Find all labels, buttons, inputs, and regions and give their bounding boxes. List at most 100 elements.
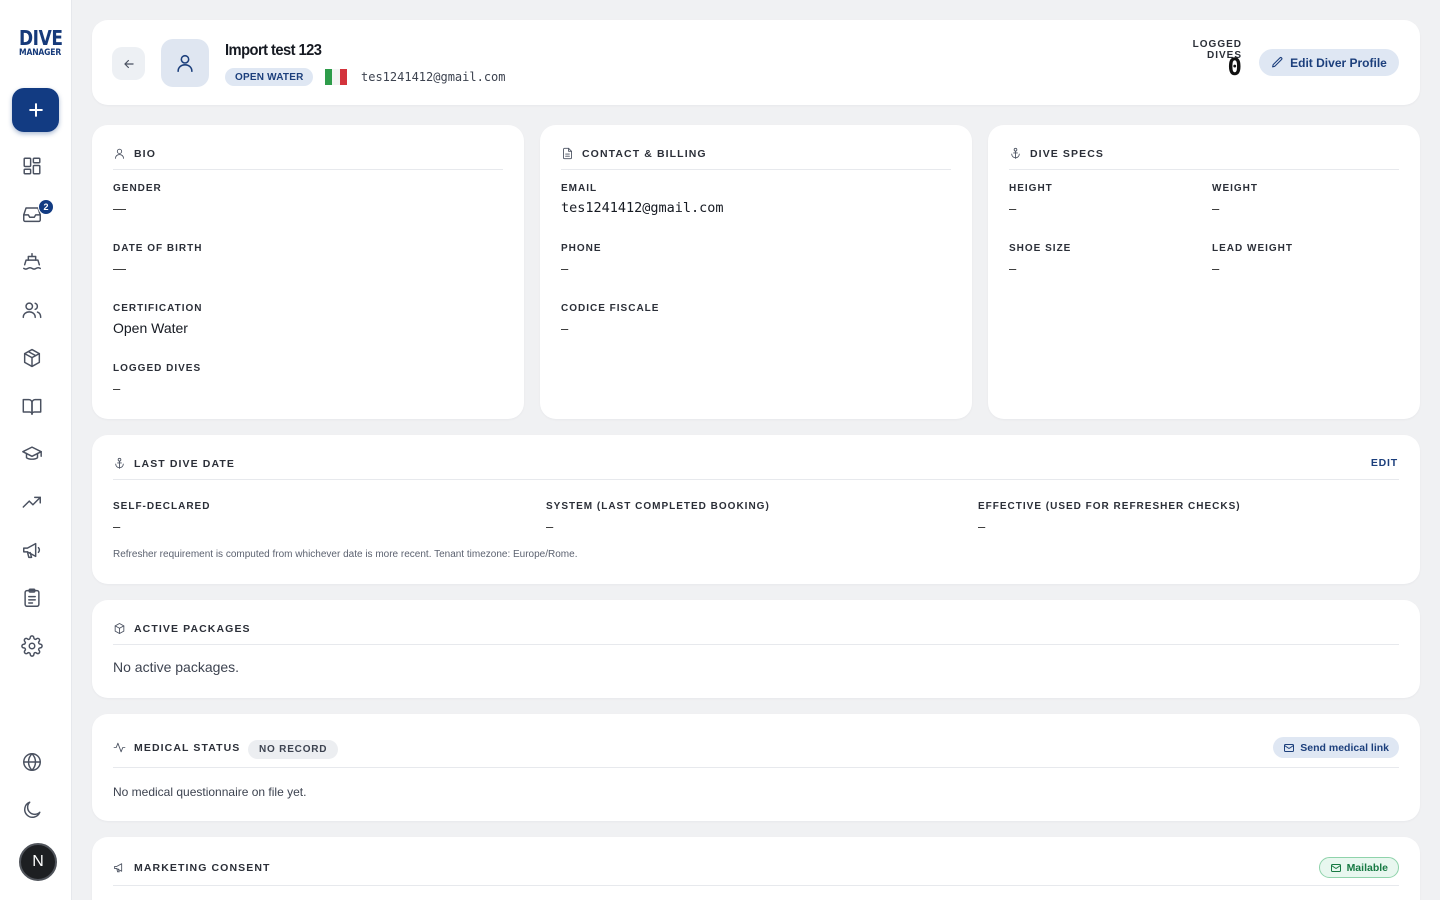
refresher-note: Refresher requirement is computed from w… [113, 549, 578, 560]
medical-divider [113, 767, 1399, 768]
theme-toggle[interactable] [20, 798, 44, 822]
send-medical-link-label: Send medical link [1300, 741, 1389, 754]
notification-badge: 2 [38, 199, 54, 215]
nav-boats[interactable] [20, 250, 44, 274]
codice-fiscale-label: CODICE FISCALE [561, 303, 660, 314]
nav-settings[interactable] [20, 634, 44, 658]
nav-marketing[interactable] [20, 538, 44, 562]
nav-reports[interactable] [20, 490, 44, 514]
medical-status-badge: NO RECORD [248, 740, 339, 759]
logged-dives-count: 0 [1227, 53, 1242, 81]
nav-logbook[interactable] [20, 394, 44, 418]
contact-divider [561, 169, 951, 170]
document-icon [563, 147, 572, 160]
dive-specs-card: DIVE SPECS HEIGHT – WEIGHT – SHOE SIZE –… [988, 125, 1420, 419]
back-button[interactable] [112, 47, 145, 80]
phone-label: PHONE [561, 243, 602, 254]
codice-fiscale-value: – [561, 321, 569, 336]
package-icon [114, 623, 125, 634]
user-avatar[interactable]: N [19, 843, 57, 881]
nav-packages[interactable] [20, 346, 44, 370]
email-value: tes1241412@gmail.com [561, 200, 724, 216]
clipboard-icon [24, 588, 40, 607]
mailable-status-badge: Mailable [1318, 857, 1399, 878]
email-label: EMAIL [561, 183, 598, 194]
last-dive-title-text: LAST DIVE DATE [134, 457, 235, 470]
edit-diver-profile-button[interactable]: Edit Diver Profile [1259, 49, 1399, 76]
marketing-title: MARKETING CONSENT [113, 861, 271, 874]
height-value: – [1009, 201, 1017, 216]
effective-date-label: EFFECTIVE (USED FOR REFRESHER CHECKS) [978, 501, 1241, 512]
bio-divider [113, 169, 503, 170]
specs-divider [1009, 169, 1399, 170]
new-item-button[interactable] [12, 88, 59, 132]
lead-weight-value: – [1212, 261, 1220, 276]
send-medical-link-button[interactable]: Send medical link [1273, 737, 1399, 758]
app-logo[interactable]: DIVE MANAGER [16, 26, 63, 58]
logo-line1: DIVE [19, 26, 63, 50]
specs-title: DIVE SPECS [1009, 147, 1104, 160]
certification-level-badge: OPEN WATER [225, 68, 314, 86]
mail-icon [1284, 743, 1295, 752]
last-dive-divider [113, 479, 1399, 480]
package-icon [23, 348, 41, 368]
weight-label: WEIGHT [1212, 183, 1258, 194]
bio-logged-dives-label: LOGGED DIVES [113, 363, 202, 374]
anchor-icon [115, 457, 124, 469]
contact-billing-card: CONTACT & BILLING EMAIL tes1241412@gmail… [540, 125, 972, 419]
boat-icon [23, 253, 41, 270]
mail-icon [1330, 863, 1341, 872]
self-declared-value: – [113, 519, 121, 534]
shoe-size-value: – [1009, 261, 1017, 276]
phone-value: – [561, 261, 569, 276]
diver-avatar [161, 39, 209, 87]
bio-logged-dives-value: – [113, 381, 121, 396]
specs-title-text: DIVE SPECS [1030, 147, 1105, 160]
anchor-icon [1011, 147, 1020, 159]
megaphone-icon [23, 542, 41, 559]
diver-header-card: Import test 123 OPEN WATER tes1241412@gm… [92, 20, 1420, 105]
trending-up-icon [22, 496, 41, 508]
users-icon [22, 302, 42, 319]
dob-label: DATE OF BIRTH [113, 243, 203, 254]
effective-date-value: – [978, 519, 986, 534]
graduation-cap-icon [22, 446, 42, 460]
contact-title: CONTACT & BILLING [561, 147, 707, 160]
certification-label: CERTIFICATION [113, 303, 203, 314]
bio-title-text: BIO [134, 147, 156, 160]
user-icon [115, 148, 124, 159]
nav-courses[interactable] [20, 442, 44, 466]
medical-empty-text: No medical questionnaire on file yet. [113, 785, 307, 799]
activity-icon [113, 742, 126, 753]
last-dive-title: LAST DIVE DATE [113, 457, 235, 470]
height-label: HEIGHT [1009, 183, 1053, 194]
dashboard-icon [23, 157, 41, 175]
active-packages-card: ACTIVE PACKAGES No active packages. [92, 600, 1420, 698]
arrow-left-icon [123, 59, 134, 68]
mailable-label: Mailable [1346, 861, 1388, 874]
plus-icon [28, 103, 43, 117]
system-date-label: SYSTEM (LAST COMPLETED BOOKING) [546, 501, 770, 512]
nav-dashboard[interactable] [20, 154, 44, 178]
marketing-title-text: MARKETING CONSENT [134, 861, 271, 874]
medical-title-text: MEDICAL STATUS [134, 741, 241, 754]
marketing-divider [113, 885, 1399, 886]
globe-icon [23, 753, 41, 771]
diver-name: Import test 123 [225, 42, 322, 59]
bio-title: BIO [113, 147, 156, 160]
nav-tasks[interactable] [20, 586, 44, 610]
weight-value: – [1212, 201, 1220, 216]
edit-last-dive-button[interactable]: EDIT [1371, 457, 1398, 469]
language-button[interactable] [20, 750, 44, 774]
gender-value: — [113, 201, 126, 216]
shoe-size-label: SHOE SIZE [1009, 243, 1072, 254]
nav-customers[interactable] [20, 298, 44, 322]
italy-flag-icon [325, 69, 347, 85]
dob-value: — [113, 261, 126, 276]
bio-card: BIO GENDER — DATE OF BIRTH — CERTIFICATI… [92, 125, 524, 419]
megaphone-icon [114, 863, 123, 873]
medical-status-card: MEDICAL STATUS NO RECORD Send medical li… [92, 714, 1420, 821]
moon-icon [24, 801, 41, 818]
packages-title: ACTIVE PACKAGES [113, 622, 251, 635]
medical-title: MEDICAL STATUS [113, 741, 240, 754]
